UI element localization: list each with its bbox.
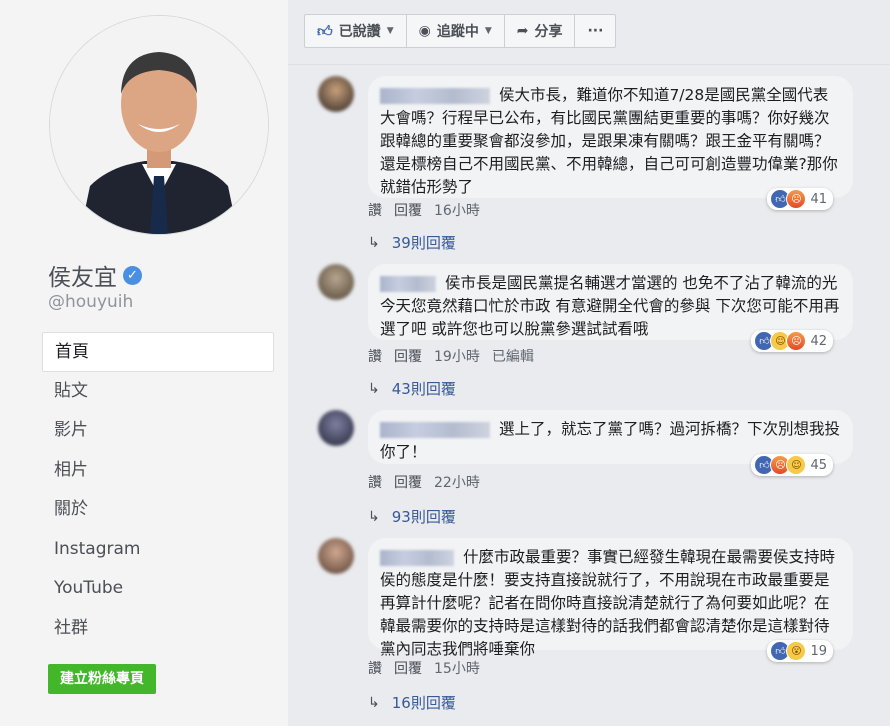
- page-name-text: 侯友宜: [48, 265, 117, 291]
- following-label: 追蹤中: [436, 24, 479, 40]
- nav-item-youtube[interactable]: YouTube: [42, 569, 274, 609]
- reaction-summary[interactable]: 👍︎ ☹ 41: [767, 188, 833, 210]
- replies-count: 16則回覆: [391, 694, 456, 712]
- left-sidebar: 侯友宜 ✓ @houyuih 首頁 貼文 影片 相片 關於 Instagram …: [0, 0, 288, 726]
- angry-reaction-icon: ☹: [786, 331, 807, 351]
- create-page-button[interactable]: 建立粉絲專頁: [48, 664, 156, 694]
- reply-link[interactable]: 回覆: [394, 200, 422, 220]
- replies-count: 93則回覆: [391, 508, 456, 526]
- wow-reaction-icon: 😮︎: [786, 641, 807, 661]
- reply-link[interactable]: 回覆: [394, 346, 422, 366]
- comment-bubble: 什麼市政最重要？事實已經發生韓現在最需要侯支持時侯的態度是什麼！要支持直接說就行…: [368, 538, 853, 662]
- following-button[interactable]: ◉ 追蹤中 ▼: [407, 15, 505, 47]
- comment-meta: 讚 回覆 15小時: [368, 658, 480, 678]
- comment-meta: 讚 回覆 22小時: [368, 472, 480, 492]
- share-arrow-icon: ➦: [516, 23, 529, 39]
- angry-reaction-icon: ☹: [786, 189, 807, 209]
- comment-bubble: 選上了，就忘了黨了嗎？過河拆橋？下次別想我投你了！ 👍︎ ☹ ☺ 45: [368, 410, 853, 476]
- main-content: 👍︎ 已說讚 ▼ ◉ 追蹤中 ▼ ➦ 分享 ··· 侯大市長，難道你不知道7/2…: [288, 0, 890, 726]
- reaction-count: 41: [810, 191, 827, 207]
- more-icon: ···: [587, 23, 604, 39]
- caret-down-icon: ▼: [386, 26, 394, 36]
- thumbs-up-icon: 👍︎: [317, 21, 333, 40]
- nav-item-posts[interactable]: 貼文: [42, 372, 274, 412]
- replies-count: 43則回覆: [391, 380, 456, 398]
- share-label: 分享: [534, 24, 563, 40]
- more-options-button[interactable]: ···: [575, 15, 615, 47]
- nav-item-about[interactable]: 關於: [42, 490, 274, 530]
- reaction-count: 19: [810, 643, 827, 659]
- nav-item-photos[interactable]: 相片: [42, 451, 274, 491]
- page-name[interactable]: 侯友宜 ✓: [48, 258, 142, 292]
- reply-link[interactable]: 回覆: [394, 472, 422, 492]
- commenter-name[interactable]: [380, 87, 490, 104]
- comment-bubble: 侯市長是國民黨提名輔選才當選的 也免不了沾了韓流的光 今天您竟然藉口忙於市政 有…: [368, 264, 853, 352]
- like-link[interactable]: 讚: [368, 200, 382, 220]
- reaction-count: 42: [810, 333, 827, 349]
- commenter-name[interactable]: [380, 421, 490, 438]
- commenter-avatar[interactable]: [318, 410, 354, 446]
- commenter-name[interactable]: [380, 549, 454, 566]
- nav-item-instagram[interactable]: Instagram: [42, 530, 274, 570]
- like-link[interactable]: 讚: [368, 472, 382, 492]
- comment-meta: 讚 回覆 16小時: [368, 200, 480, 220]
- reply-arrow-icon: ↳: [368, 508, 380, 525]
- comment-bubble: 侯大市長，難道你不知道7/28是國民黨全國代表大會嗎？行程早已公布，有比國民黨團…: [368, 76, 853, 210]
- reply-arrow-icon: ↳: [368, 234, 380, 251]
- verified-badge-icon: ✓: [123, 265, 142, 285]
- view-replies-link[interactable]: ↳ 43則回覆: [368, 378, 456, 399]
- divider: [288, 64, 890, 65]
- nav-item-home[interactable]: 首頁: [42, 332, 274, 372]
- nav-item-videos[interactable]: 影片: [42, 411, 274, 451]
- edited-label[interactable]: 已編輯: [492, 346, 534, 366]
- reply-arrow-icon: ↳: [368, 694, 380, 711]
- comment-time[interactable]: 15小時: [434, 658, 480, 678]
- comment-text: 侯市長是國民黨提名輔選才當選的 也免不了沾了韓流的光 今天您竟然藉口忙於市政 有…: [380, 274, 840, 338]
- commenter-avatar[interactable]: [318, 264, 354, 300]
- view-replies-link[interactable]: ↳ 16則回覆: [368, 692, 456, 713]
- reaction-count: 45: [810, 457, 827, 473]
- reply-arrow-icon: ↳: [368, 380, 380, 397]
- haha-reaction-icon: ☺: [786, 455, 807, 475]
- page-navigation: 首頁 貼文 影片 相片 關於 Instagram YouTube 社群: [42, 332, 274, 648]
- comment-time[interactable]: 16小時: [434, 200, 480, 220]
- reaction-summary[interactable]: 👍︎ ☺ ☹ 42: [751, 330, 833, 352]
- liked-button[interactable]: 👍︎ 已說讚 ▼: [305, 15, 407, 47]
- page-action-bar: 👍︎ 已說讚 ▼ ◉ 追蹤中 ▼ ➦ 分享 ···: [304, 14, 617, 48]
- comment-time[interactable]: 19小時: [434, 346, 480, 366]
- liked-label: 已說讚: [338, 24, 381, 40]
- profile-picture[interactable]: [50, 16, 268, 234]
- reaction-summary[interactable]: 👍︎ 😮︎ 19: [767, 640, 833, 662]
- page-handle[interactable]: @houyuih: [48, 292, 133, 312]
- view-replies-link[interactable]: ↳ 39則回覆: [368, 232, 456, 253]
- like-link[interactable]: 讚: [368, 346, 382, 366]
- comment-time[interactable]: 22小時: [434, 472, 480, 492]
- share-button[interactable]: ➦ 分享: [505, 15, 576, 47]
- comment-meta: 讚 回覆 19小時 已編輯: [368, 346, 534, 366]
- caret-down-icon: ▼: [484, 26, 492, 36]
- commenter-name[interactable]: [380, 275, 436, 292]
- commenter-avatar[interactable]: [318, 76, 354, 112]
- nav-item-community[interactable]: 社群: [42, 609, 274, 649]
- reaction-summary[interactable]: 👍︎ ☹ ☺ 45: [751, 454, 833, 476]
- rss-icon: ◉: [418, 23, 431, 39]
- reply-link[interactable]: 回覆: [394, 658, 422, 678]
- like-link[interactable]: 讚: [368, 658, 382, 678]
- view-replies-link[interactable]: ↳ 93則回覆: [368, 506, 456, 527]
- replies-count: 39則回覆: [391, 234, 456, 252]
- commenter-avatar[interactable]: [318, 538, 354, 574]
